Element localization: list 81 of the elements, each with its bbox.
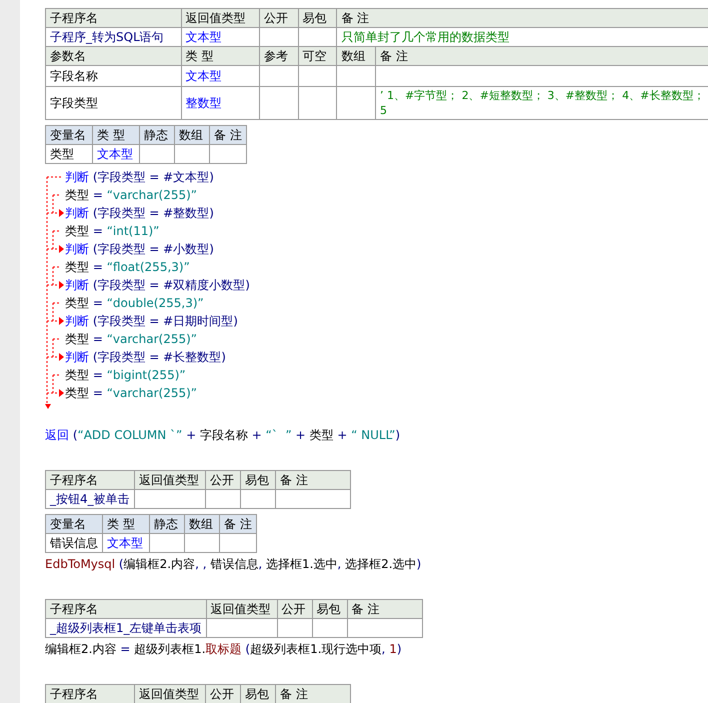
- table-cell: [336, 86, 376, 120]
- parameter-name-cell: 字段名称: [46, 66, 182, 86]
- column-header: 返回值类型: [206, 600, 278, 618]
- column-header: 静态: [150, 514, 184, 534]
- column-header: 备 注: [276, 470, 350, 490]
- table-cell: [336, 66, 376, 86]
- parameter-type-cell: 文本型: [181, 66, 260, 86]
- column-header: 数组: [174, 126, 210, 144]
- code-line: 判断 (字段类型 = #日期时间型): [65, 313, 239, 330]
- subroutine-name-cell: _按钮4_被单击: [46, 490, 134, 508]
- column-header: 返回值类型: [134, 470, 206, 490]
- table-cell: [174, 144, 210, 164]
- variable-type-cell: 文本型: [102, 534, 150, 552]
- column-header: 返回值类型: [181, 8, 260, 28]
- code-line: 返回 (“ADD COLUMN `” + 字段名称 + “` ” + 类型 + “ NULL”): [45, 427, 402, 444]
- column-header: 子程序名: [46, 470, 134, 490]
- table-cell: [312, 618, 348, 638]
- parameter-type-cell: 整数型: [181, 86, 260, 120]
- column-header: 易包: [240, 684, 276, 703]
- column-header: 子程序名: [46, 600, 206, 618]
- table-cell: [277, 618, 312, 638]
- table-cell: [210, 144, 246, 164]
- code-line: 类型 = “varchar(255)”: [65, 331, 198, 348]
- table-cell: [140, 144, 174, 164]
- column-header: 备 注: [276, 684, 350, 703]
- column-header: 易包: [298, 8, 337, 28]
- table-cell: [220, 534, 256, 552]
- column-header: 子程序名: [46, 684, 134, 703]
- column-header: 易包: [312, 600, 348, 618]
- code-line: 判断 (字段类型 = #整数型): [65, 205, 215, 222]
- column-header: 易包: [240, 470, 276, 490]
- column-header: 类 型: [92, 126, 140, 144]
- column-header: 公开: [206, 470, 240, 490]
- code-line: 类型 = “varchar(255)”: [65, 187, 198, 204]
- code-line: 判断 (字段类型 = #小数型): [65, 241, 215, 258]
- comment-cell: ’ 1、#字节型； 2、#短整数型； 3、#整数型； 4、#长整数型； 5: [376, 86, 708, 120]
- column-header: 参考: [260, 46, 298, 66]
- column-header: 变量名: [46, 514, 102, 534]
- column-header: 数组: [184, 514, 220, 534]
- column-header: 类 型: [102, 514, 150, 534]
- table-cell: [260, 66, 298, 86]
- return-type-cell: [134, 490, 206, 508]
- table-cell: [298, 66, 337, 86]
- column-header: 备 注: [220, 514, 256, 534]
- column-header: 可空: [298, 46, 337, 66]
- column-header: 返回值类型: [134, 684, 206, 703]
- code-line: 类型 = “float(255,3)”: [65, 259, 191, 276]
- column-header: 备 注: [376, 46, 708, 66]
- variable-name-cell: 错误信息: [46, 534, 102, 552]
- variable-name-cell: 类型: [46, 144, 92, 164]
- code-line: 判断 (字段类型 = #文本型): [65, 169, 215, 186]
- code-line: 判断 (字段类型 = #长整数型): [65, 349, 227, 366]
- code-line: 判断 (字段类型 = #双精度小数型): [65, 277, 250, 294]
- column-header: 公开: [277, 600, 312, 618]
- table-cell: [298, 86, 337, 120]
- table-cell: [260, 86, 298, 120]
- table-cell: [150, 534, 184, 552]
- table-cell: [206, 490, 240, 508]
- column-header: 类 型: [181, 46, 260, 66]
- table-cell: [240, 490, 276, 508]
- column-header: 备 注: [336, 8, 708, 28]
- column-header: 变量名: [46, 126, 92, 144]
- column-header: 备 注: [210, 126, 246, 144]
- return-type-cell: [206, 618, 278, 638]
- parameter-name-cell: 字段类型: [46, 86, 182, 120]
- code-line: 类型 = “double(255,3)”: [65, 295, 205, 312]
- subroutine-name-cell: _超级列表框1_左键单击表项: [46, 618, 206, 638]
- code-line: EdbToMysql (编辑框2.内容, , 错误信息, 选择框1.选中, 选择框2.选中): [45, 556, 422, 573]
- column-header: 静态: [140, 126, 174, 144]
- variable-type-cell: 文本型: [92, 144, 140, 164]
- code-line: 编辑框2.内容 = 超级列表框1.取标题 (超级列表框1.现行选中项, 1): [45, 641, 403, 658]
- table-cell: [184, 534, 220, 552]
- column-header: 参数名: [46, 46, 182, 66]
- code-line: 类型 = “varchar(255)”: [65, 385, 198, 402]
- code-line: 类型 = “bigint(255)”: [65, 367, 187, 384]
- column-header: 数组: [336, 46, 376, 66]
- column-header: 公开: [206, 684, 240, 703]
- column-header: 公开: [260, 8, 298, 28]
- code-line: 类型 = “int(11)”: [65, 223, 160, 240]
- column-header: 备 注: [347, 600, 422, 618]
- column-header: 子程序名: [46, 8, 182, 28]
